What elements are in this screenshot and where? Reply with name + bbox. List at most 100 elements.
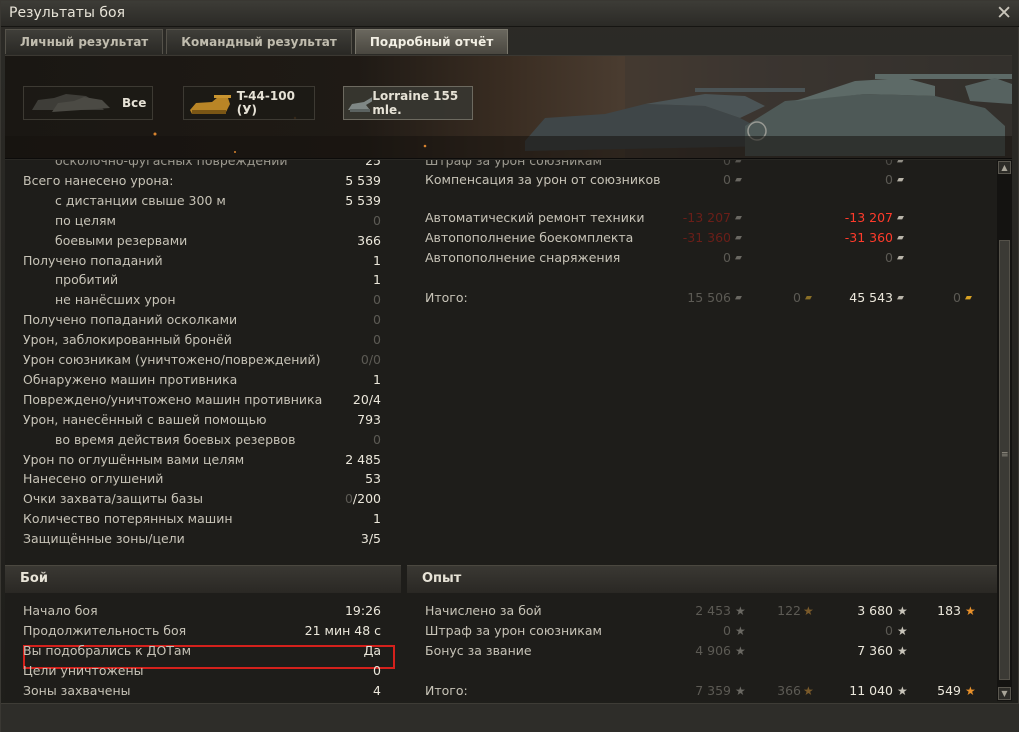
premium-free-xp-value: 366	[777, 683, 801, 698]
stat-value-current: 0	[344, 491, 353, 507]
vehicle-filter-lorraine-155[interactable]: Lorraine 155 mle.	[343, 86, 473, 120]
xp-value: 3 680	[857, 603, 893, 618]
vehicle-filter-lorraine-155-label: Lorraine 155 mle.	[372, 89, 459, 117]
stat-row: Урон, заблокированный бронёй 0	[5, 330, 395, 350]
battle-label: Цели уничтожены	[23, 663, 144, 678]
gold-icon: ▰	[805, 293, 812, 303]
premium-credits-value: -13 207	[682, 210, 731, 225]
xp-value: 0	[885, 623, 893, 638]
stat-row: пробитий 1	[5, 270, 395, 290]
stat-row: Урон по оглушённым вами целям 2 485	[5, 450, 395, 470]
xp-label: Штраф за урон союзникам	[425, 623, 602, 638]
scrollbar-thumb[interactable]: ≡	[999, 240, 1010, 680]
stat-label: Обнаружено машин противника	[23, 371, 238, 387]
artillery-icon	[348, 96, 373, 112]
stat-label: не нанёсших урон	[55, 292, 176, 308]
credits-value: 0	[885, 250, 893, 265]
vehicle-filter-all[interactable]: Все	[23, 86, 153, 120]
close-icon[interactable]: ✕	[996, 2, 1012, 24]
stat-label: боевыми резервами	[55, 232, 188, 248]
stat-label: Получено попаданий осколками	[23, 312, 238, 328]
experience-section-title: Опыт	[422, 571, 462, 586]
stat-row: осколочно-фугасных повреждений 25	[5, 160, 395, 171]
stat-label: с дистанции свыше 300 м	[55, 192, 226, 208]
credit-icon: ▰	[897, 293, 904, 303]
stat-label: Урон по оглушённым вами целям	[23, 451, 245, 467]
free-xp-icon: ★	[803, 684, 814, 698]
stat-row: Получено попаданий осколками 0	[5, 310, 395, 330]
xp-star-icon: ★	[897, 644, 908, 658]
premium-gold-value: 0	[793, 290, 801, 305]
credit-label: Автопополнение снаряжения	[425, 250, 621, 265]
battle-label: Продолжительность боя	[23, 623, 187, 638]
battle-value: 0	[373, 663, 381, 678]
vertical-scrollbar[interactable]: ▲ ≡ ▼	[997, 160, 1012, 701]
premium-xp-value: 2 453	[695, 603, 731, 618]
tab-personal-result[interactable]: Личный результат	[5, 29, 164, 54]
credits-value: -13 207	[844, 210, 893, 225]
stat-row: Получено попаданий 1	[5, 251, 395, 271]
xp-star-icon: ★	[897, 604, 908, 618]
credit-row: Автопополнение снаряжения 0 ▰ 0 ▰	[407, 248, 997, 268]
stat-label: Очки захвата/защиты базы	[23, 491, 203, 507]
credit-icon: ▰	[735, 213, 742, 223]
xp-value: 7 360	[857, 643, 893, 658]
stat-label: пробитий	[55, 272, 119, 288]
battle-value: 4	[373, 683, 381, 698]
free-xp-value: 183	[937, 603, 961, 618]
credit-icon: ▰	[735, 233, 742, 243]
stat-value: 0/0	[360, 352, 381, 367]
scroll-up-icon[interactable]: ▲	[998, 161, 1011, 174]
free-xp-icon: ★	[965, 604, 976, 618]
stat-label: во время действия боевых резервов	[55, 431, 296, 447]
credit-icon: ▰	[897, 175, 904, 185]
grip-icon: ≡	[1001, 450, 1009, 460]
credit-icon: ▰	[735, 175, 742, 185]
xp-row: Бонус за звание 4 906 ★ 7 360 ★	[407, 641, 997, 661]
battle-results-window: Результаты боя ✕ Личный результат Команд…	[0, 0, 1019, 732]
credit-label: Автоматический ремонт техники	[425, 210, 645, 225]
stat-value: 5 539	[345, 172, 381, 188]
xp-row: Штраф за урон союзникам 0 ★ 0 ★	[407, 621, 997, 641]
stat-value: 2 485	[345, 451, 381, 467]
tab-detailed-report[interactable]: Подробный отчёт	[354, 29, 509, 54]
tab-team-result[interactable]: Командный результат	[166, 29, 352, 54]
battle-row: Зоны захвачены 4	[5, 681, 395, 701]
gold-value: 0	[953, 290, 961, 305]
vehicle-filter-t44-100[interactable]: T-44-100 (У)	[183, 86, 315, 120]
free-xp-icon: ★	[803, 604, 814, 618]
battle-value: 21 мин 48 с	[304, 623, 381, 638]
xp-label: Итого:	[425, 683, 468, 698]
credit-label: Компенсация за урон от союзников	[425, 172, 661, 187]
stat-value: 793	[357, 411, 381, 427]
scroll-down-icon[interactable]: ▼	[998, 687, 1011, 700]
banner-background-art	[5, 56, 1012, 158]
stat-row: не нанёсших урон 0	[5, 290, 395, 310]
all-vehicles-icon	[32, 94, 110, 112]
credit-icon: ▰	[735, 293, 742, 303]
xp-label: Начислено за бой	[425, 603, 542, 618]
stat-label: Урон, заблокированный бронёй	[23, 332, 232, 348]
premium-xp-value: 0	[723, 623, 731, 638]
stat-label: Всего нанесено урона:	[23, 172, 174, 188]
xp-star-icon: ★	[897, 624, 908, 638]
credit-icon: ▰	[735, 253, 742, 263]
battle-section-title: Бой	[20, 571, 48, 586]
stat-label: Получено попаданий	[23, 252, 163, 268]
battle-row: Начало боя 19:26	[5, 601, 395, 621]
credit-icon: ▰	[897, 213, 904, 223]
stat-label: Урон, нанесённый с вашей помощью	[23, 411, 267, 427]
stat-value: 1	[373, 511, 381, 527]
battle-row: Вы подобрались к ДОТам Да	[5, 641, 395, 661]
battle-label: Зоны захвачены	[23, 683, 131, 698]
stat-value: 0/200	[345, 489, 381, 509]
credit-label: Итого:	[425, 290, 468, 305]
stat-value: 0	[373, 431, 381, 447]
xp-row: Начислено за бой 2 453 ★ 122 ★ 3 680 ★ 183 ★	[407, 601, 997, 621]
stat-value: 3/5	[360, 531, 381, 547]
stat-value: 366	[357, 232, 381, 248]
tank-icon	[190, 95, 231, 114]
tab-bar: Личный результат Командный результат Под…	[5, 29, 509, 54]
stat-value: 0	[373, 332, 381, 348]
title-bar: Результаты боя ✕	[1, 1, 1019, 27]
